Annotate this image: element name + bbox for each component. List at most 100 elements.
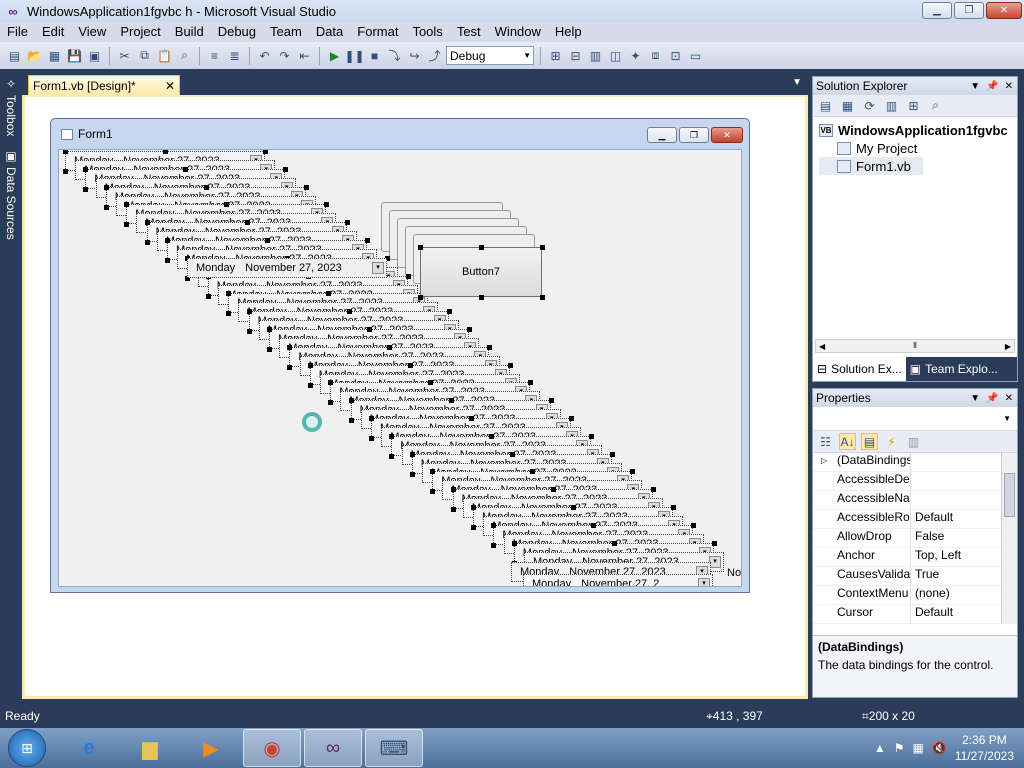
property-row[interactable]: AllowDrop False <box>813 529 1017 548</box>
selection-handle[interactable] <box>548 398 554 404</box>
selection-handle[interactable] <box>205 293 211 299</box>
selection-handle[interactable] <box>540 295 545 300</box>
selection-handle[interactable] <box>418 245 423 250</box>
selection-handle[interactable] <box>124 202 130 208</box>
add-item-icon[interactable]: ▦ <box>46 47 63 64</box>
redo-icon[interactable]: ↷ <box>276 47 293 64</box>
selection-handle[interactable] <box>103 204 109 210</box>
selection-handle[interactable] <box>691 522 697 528</box>
selection-handle[interactable] <box>711 540 717 546</box>
selection-handle[interactable] <box>530 469 536 475</box>
selection-handle[interactable] <box>409 471 415 477</box>
menu-test[interactable]: Test <box>450 22 488 42</box>
selection-handle[interactable] <box>489 433 495 439</box>
menu-view[interactable]: View <box>71 22 113 42</box>
selection-handle[interactable] <box>328 380 334 386</box>
selection-handle[interactable] <box>469 416 474 421</box>
selection-handle[interactable] <box>224 202 230 208</box>
selection-handle[interactable] <box>63 169 68 174</box>
selection-handle[interactable] <box>303 184 309 190</box>
form-maximize-button[interactable]: ❐ <box>679 127 709 143</box>
clock[interactable]: 2:36 PM 11/27/2023 <box>955 732 1014 764</box>
navigate-backward-icon[interactable]: ⇤ <box>296 47 313 64</box>
start-debugging-icon[interactable]: ▶ <box>326 47 343 64</box>
menu-help[interactable]: Help <box>548 22 589 42</box>
action-center-icon[interactable]: ⚑ <box>894 741 905 755</box>
property-row[interactable]: AccessibleNa <box>813 491 1017 510</box>
selection-handle[interactable] <box>144 220 150 226</box>
selection-handle[interactable] <box>430 489 436 495</box>
selection-handle[interactable] <box>369 416 374 421</box>
selection-handle[interactable] <box>418 295 423 300</box>
selection-handle[interactable] <box>591 522 597 528</box>
selection-handle[interactable] <box>183 166 189 172</box>
extension-manager-icon[interactable]: ⧈ <box>647 47 664 64</box>
selection-handle[interactable] <box>528 380 534 386</box>
selection-handle[interactable] <box>324 202 330 208</box>
open-file-icon[interactable]: 📂 <box>26 47 43 64</box>
categorized-icon[interactable]: ☷ <box>817 433 834 450</box>
chrome-icon[interactable]: ◉ <box>243 729 301 767</box>
selection-handle[interactable] <box>509 451 515 457</box>
selection-handle[interactable] <box>344 220 350 226</box>
date-time-picker[interactable]: Monday November 27, 2023 ▾ <box>187 258 387 278</box>
selection-handle[interactable] <box>287 364 293 370</box>
selection-handle[interactable] <box>307 382 313 388</box>
property-row[interactable]: CausesValidat True <box>813 567 1017 586</box>
selection-handle[interactable] <box>83 186 89 192</box>
selection-handle[interactable] <box>450 487 456 493</box>
copy-icon[interactable]: ⧉ <box>136 47 153 64</box>
selection-handle[interactable] <box>287 344 293 350</box>
close-icon[interactable]: ✕ <box>1005 81 1013 92</box>
menu-edit[interactable]: Edit <box>35 22 71 42</box>
tree-item-form1[interactable]: Form1.vb <box>819 157 923 175</box>
save-icon[interactable]: 💾 <box>66 47 83 64</box>
selection-handle[interactable] <box>348 398 354 404</box>
form-window[interactable]: Form1 ▁ ❐ ✕ MondayNovember 27, 2023▾Mond… <box>50 118 750 593</box>
selection-handle[interactable] <box>511 540 517 546</box>
design-canvas[interactable]: Form1 ▁ ❐ ✕ MondayNovember 27, 2023▾Mond… <box>30 101 804 693</box>
selection-handle[interactable] <box>226 291 232 297</box>
selection-handle[interactable] <box>144 240 150 246</box>
property-row[interactable]: AccessibleDes <box>813 472 1017 491</box>
date-time-picker[interactable]: Monday November 27, 2 ▾ <box>523 574 713 586</box>
close-button[interactable]: ✕ <box>986 2 1022 19</box>
view-code-icon[interactable]: ▥ <box>883 97 900 114</box>
selection-handle[interactable] <box>630 469 636 475</box>
scrollbar-thumb[interactable] <box>1004 473 1015 517</box>
selection-handle[interactable] <box>389 433 395 439</box>
property-row[interactable]: Anchor Top, Left <box>813 548 1017 567</box>
scroll-grip-icon[interactable]: ⦀ <box>913 341 917 351</box>
menu-window[interactable]: Window <box>488 22 548 42</box>
selection-handle[interactable] <box>609 451 615 457</box>
tab-form1-design[interactable]: Form1.vb [Design]* ✕ <box>28 75 180 95</box>
pin-icon[interactable]: 📌 <box>986 81 998 92</box>
menu-tools[interactable]: Tools <box>405 22 449 42</box>
selection-handle[interactable] <box>409 451 415 457</box>
selection-handle[interactable] <box>283 166 289 172</box>
horizontal-scrollbar[interactable]: ◀ ⦀ ▶ <box>815 339 1015 353</box>
selection-handle[interactable] <box>507 362 513 368</box>
selection-handle[interactable] <box>226 311 232 317</box>
selection-handle[interactable] <box>263 150 268 154</box>
selection-handle[interactable] <box>571 505 576 510</box>
property-row[interactable]: ContextMenu (none) <box>813 586 1017 605</box>
solution-explorer-icon[interactable]: ⊟ <box>567 47 584 64</box>
selection-handle[interactable] <box>550 487 556 493</box>
selection-handle[interactable] <box>165 238 170 243</box>
properties-window-icon[interactable]: ▥ <box>587 47 604 64</box>
selection-handle[interactable] <box>479 245 484 250</box>
property-row[interactable]: AccessibleRol Default <box>813 510 1017 529</box>
solution-configuration-dropdown[interactable]: Debug ▼ <box>446 46 534 65</box>
uncomment-icon[interactable]: ≣ <box>226 47 243 64</box>
find-in-files-icon[interactable]: ⊞ <box>547 47 564 64</box>
properties-icon[interactable]: ▤ <box>861 433 878 450</box>
pane-options-icon[interactable]: ▼ <box>970 81 980 92</box>
scroll-right-icon[interactable]: ▶ <box>1005 342 1011 351</box>
find-icon[interactable]: ⌕ <box>176 47 193 64</box>
internet-explorer-icon[interactable]: e <box>60 729 118 767</box>
pin-icon[interactable]: 📌 <box>986 393 998 404</box>
step-out-icon[interactable]: ⤴ <box>426 47 443 64</box>
selection-handle[interactable] <box>471 505 476 510</box>
selection-handle[interactable] <box>365 238 370 243</box>
